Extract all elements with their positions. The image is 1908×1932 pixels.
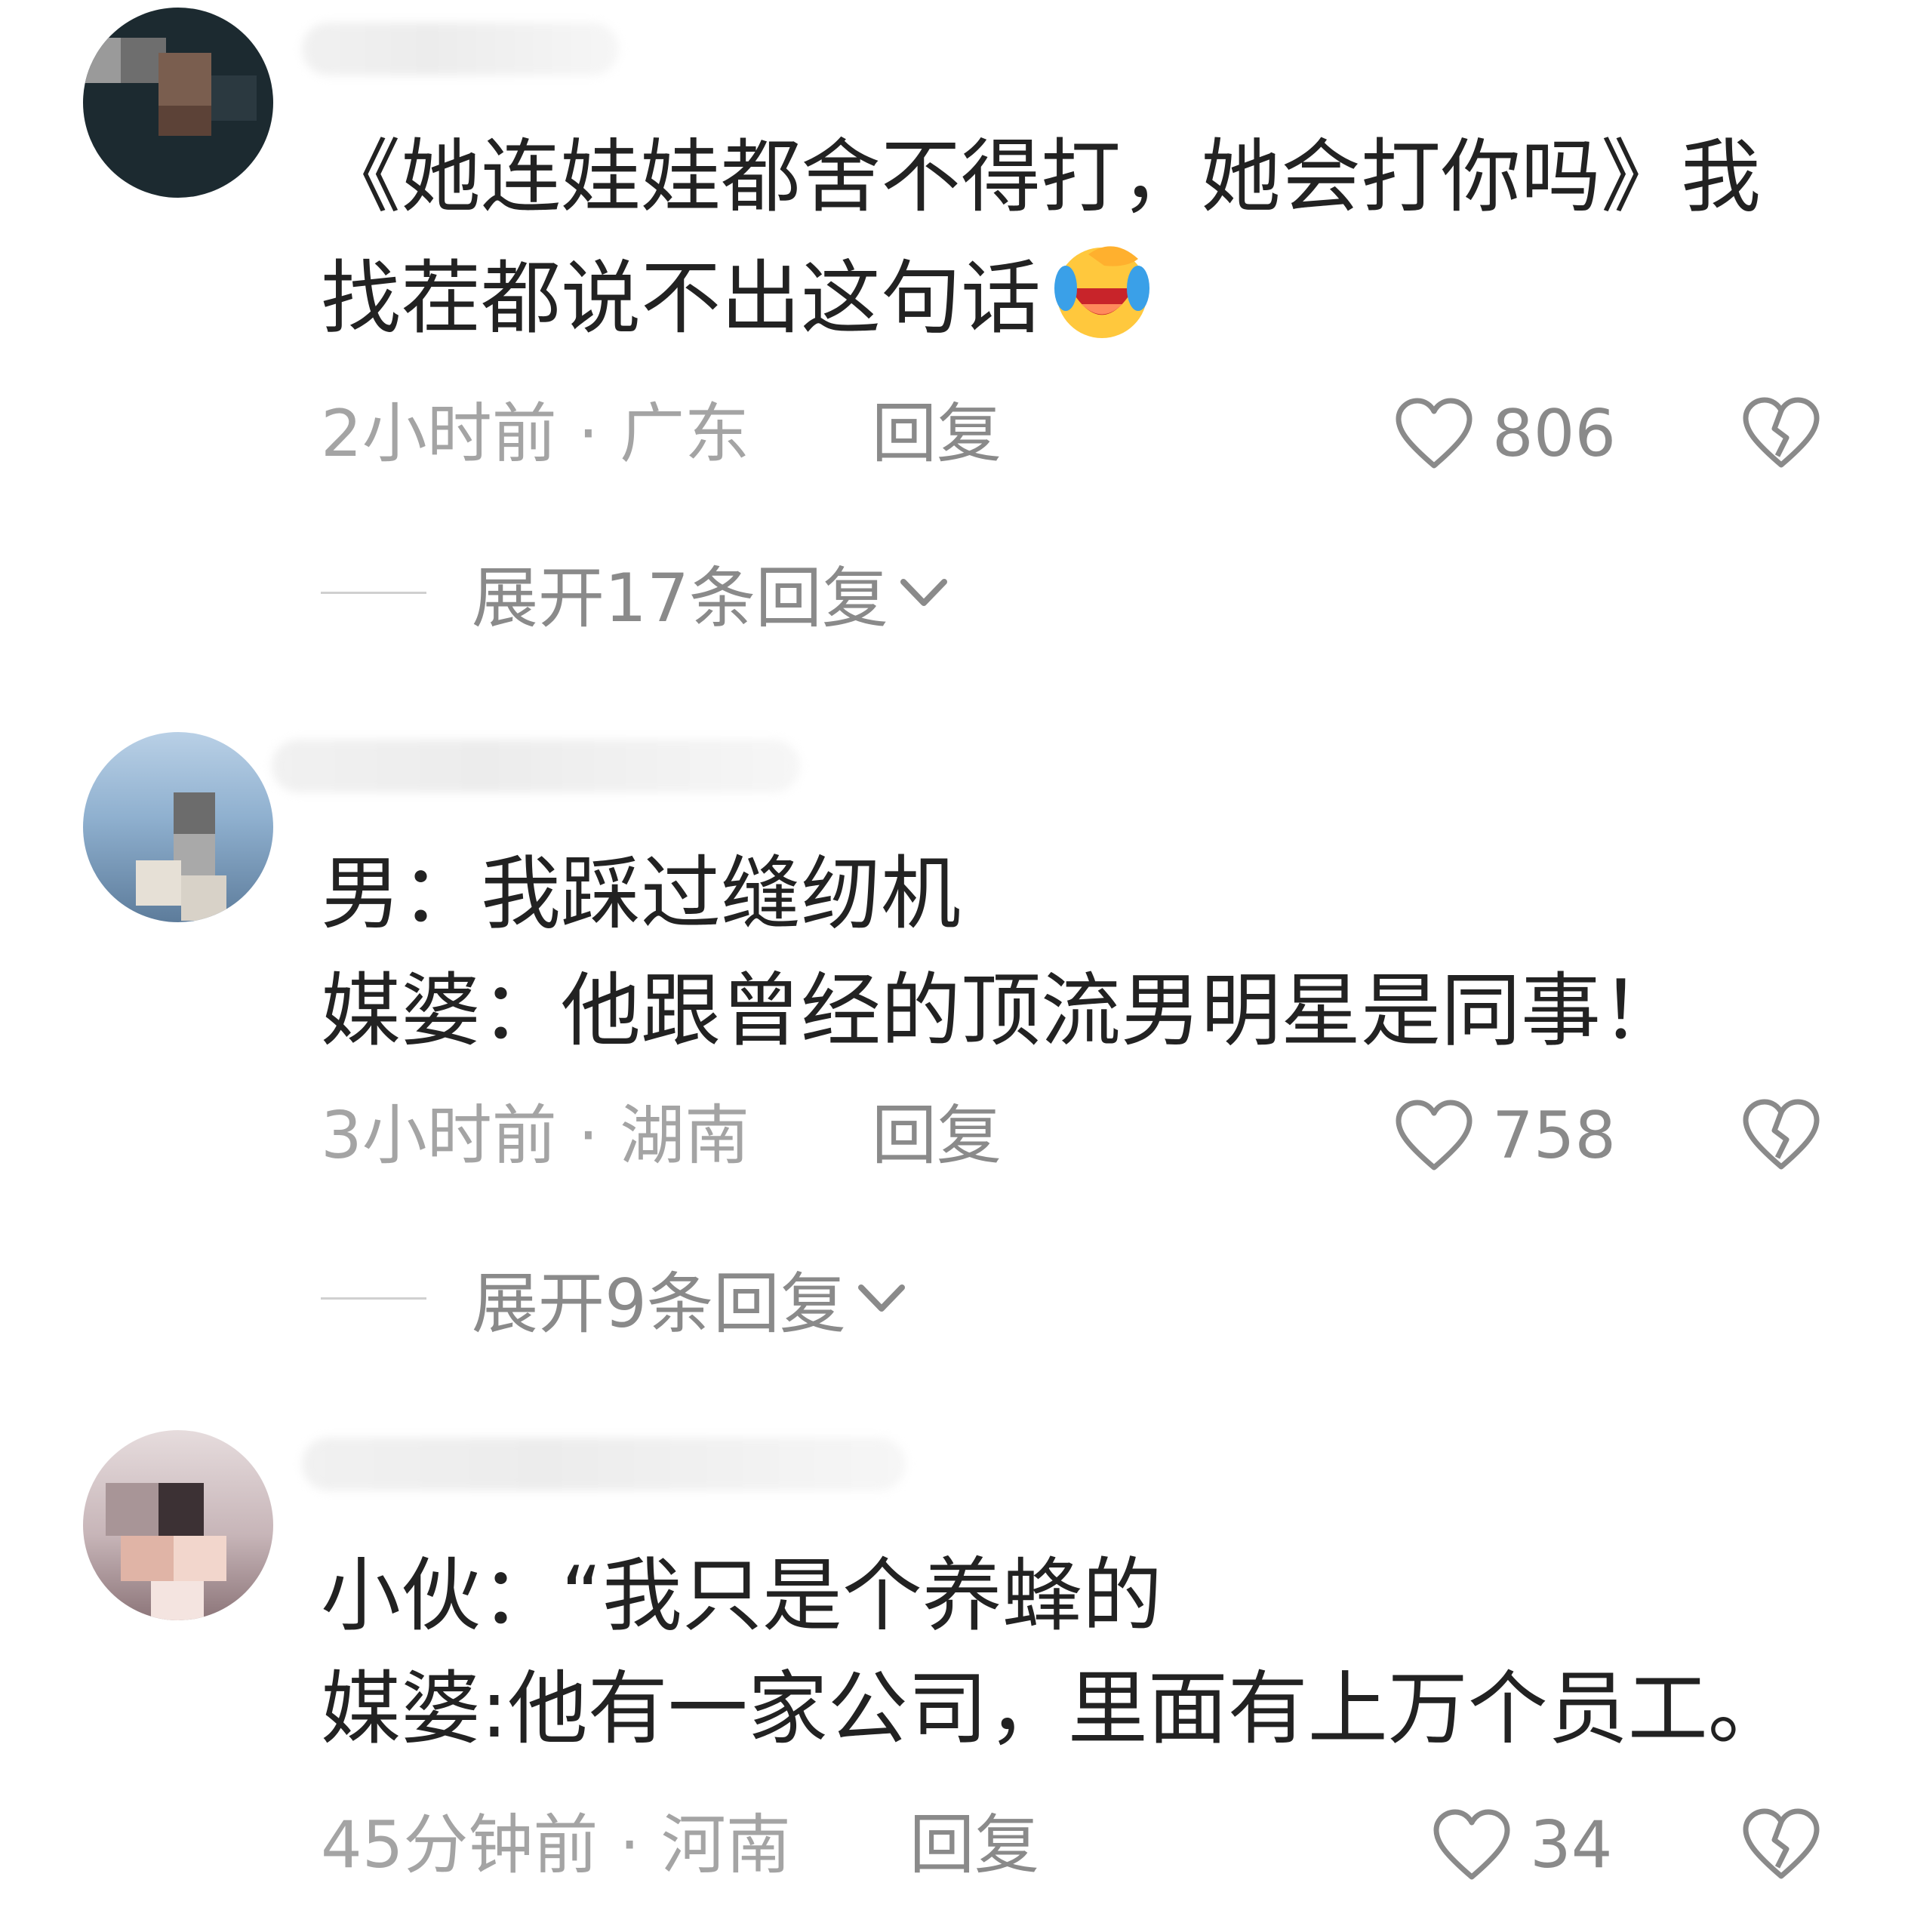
comment-time: 3小时前 [321, 1098, 557, 1174]
broken-heart-icon[interactable] [1740, 1097, 1823, 1173]
like-count: 806 [1492, 396, 1617, 472]
laughing-crying-emoji-icon [1054, 246, 1149, 338]
comment-meta: 3小时前 · 湖南 回复 758 [321, 1094, 1830, 1177]
comment-text-line: 《她连娃娃都舍不得打，她会打你吗》我 [321, 131, 1761, 223]
broken-heart-icon[interactable] [1740, 395, 1823, 471]
expand-divider [321, 1297, 426, 1300]
comment-text-line: 媒婆:他有一家公司，里面有上万个员工。 [321, 1663, 1788, 1755]
heart-outline-icon [1433, 1809, 1510, 1880]
reply-button[interactable]: 回复 [872, 1094, 1002, 1177]
chevron-down-icon [900, 579, 947, 606]
like-button[interactable]: 758 [1393, 1094, 1616, 1177]
broken-heart-icon[interactable] [1740, 1807, 1823, 1882]
username-blurred[interactable] [272, 740, 800, 792]
comment-text-line: 男：我踩过缝纫机 [321, 848, 961, 940]
expand-replies-button[interactable]: 展开9条回复 [321, 1260, 908, 1343]
expand-replies-label: 展开9条回复 [472, 1264, 846, 1343]
comment-time: 2小时前 [321, 396, 557, 472]
reply-button[interactable]: 回复 [872, 392, 1002, 475]
meta-separator: · [577, 396, 599, 472]
comment-text-line: 小伙：“我只是个养蜂的 [321, 1549, 1162, 1642]
heart-outline-icon [1396, 1100, 1473, 1171]
comment-location: 河南 [660, 1807, 791, 1883]
heart-outline-icon [1396, 398, 1473, 469]
comment-text: 找茬都说不出这句话 [321, 252, 1041, 345]
reply-button[interactable]: 回复 [909, 1804, 1039, 1887]
avatar[interactable] [83, 8, 273, 198]
username-blurred[interactable] [302, 23, 619, 75]
chevron-down-icon [858, 1284, 905, 1312]
username-blurred[interactable] [302, 1438, 906, 1491]
comment-list: 《她连娃娃都舍不得打，她会打你吗》我 找茬都说不出这句话 2小时前 · 广东 回复 … [0, 0, 1908, 1932]
comment-text-line-with-emoji: 找茬都说不出这句话 [321, 234, 1815, 355]
expand-replies-label: 展开17条回复 [472, 558, 888, 637]
comment-text-line: 媒婆：他跟曾经的顶流男明星是同事！ [321, 964, 1681, 1057]
avatar[interactable] [83, 732, 273, 922]
like-button[interactable]: 806 [1393, 392, 1616, 475]
like-count: 758 [1492, 1098, 1617, 1174]
comment-meta: 45分钟前 · 河南 回复 34 [321, 1804, 1830, 1887]
like-button[interactable]: 34 [1430, 1804, 1612, 1887]
comment-location: 广东 [620, 396, 750, 472]
avatar[interactable] [83, 1430, 273, 1620]
meta-separator: · [577, 1098, 599, 1174]
comment-location: 湖南 [620, 1098, 750, 1174]
comment-time: 45分钟前 [321, 1807, 599, 1883]
expand-divider [321, 591, 426, 594]
expand-replies-button[interactable]: 展开17条回复 [321, 555, 950, 637]
meta-separator: · [619, 1807, 640, 1883]
comment-meta: 2小时前 · 广东 回复 806 [321, 392, 1830, 475]
like-count: 34 [1530, 1807, 1613, 1883]
